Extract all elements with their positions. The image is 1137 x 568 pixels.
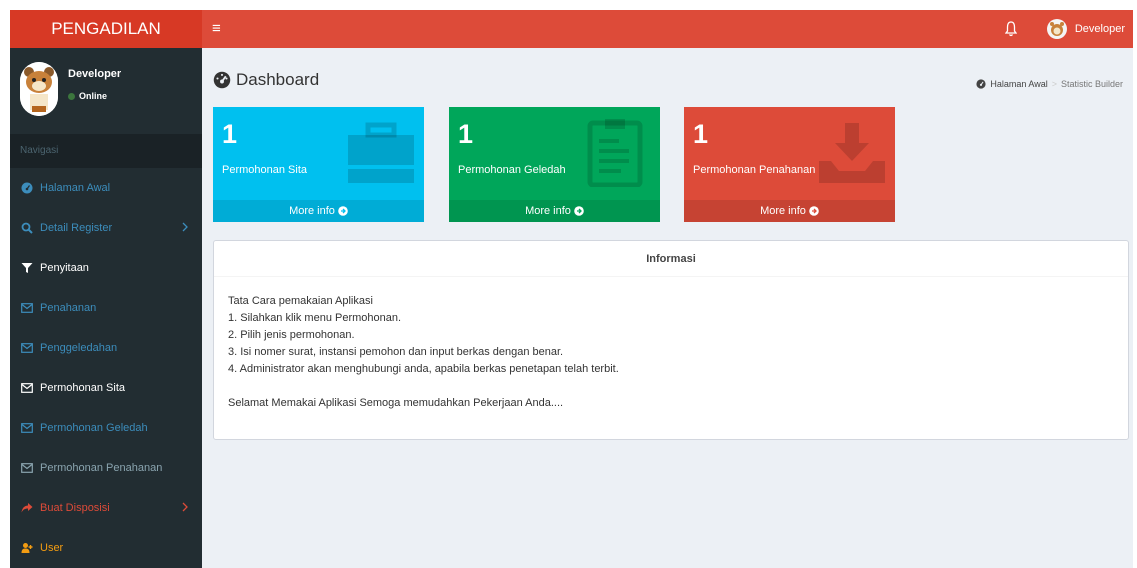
sidebar-item-user[interactable]: User [10,528,202,568]
filter-icon [21,263,33,273]
sidebar-item-permohonan-geledah[interactable]: Permohonan Geledah [10,408,202,448]
stat-count: 1 [458,119,474,149]
stat-box-permohonan-sita: 1 Permohonan Sita More info [213,107,424,222]
info-heading: Informasi [214,241,1128,277]
app-logo[interactable]: PENGADILAN [10,10,202,48]
sidebar-item-permohonan-penahanan[interactable]: Permohonan Penahanan [10,448,202,488]
envelope-icon [21,423,33,433]
sidebar-item-penyitaan[interactable]: Penyitaan [10,248,202,288]
more-info-label: More info [760,205,806,217]
app-frame: PENGADILAN ≡ Developer Developer Online … [10,10,1133,568]
status-dot-icon [68,92,75,100]
share-icon [21,503,33,513]
sidebar-item-label: Permohonan Penahanan [40,462,163,474]
sidebar: Developer Online Navigasi Halaman Awal D… [10,48,202,568]
info-panel: Informasi Tata Cara pemakaian Aplikasi 1… [213,240,1129,440]
more-info-link[interactable]: More info [213,200,424,222]
dashboard-icon [213,71,231,89]
stat-label: Permohonan Geledah [458,164,566,176]
breadcrumb-current: Statistic Builder [1060,79,1123,89]
sidebar-item-permohonan-sita[interactable]: Permohonan Sita [10,368,202,408]
bell-icon[interactable] [1005,21,1017,37]
stat-box-permohonan-geledah: 1 Permohonan Geledah More info [449,107,660,222]
sidebar-item-label: Detail Register [40,222,113,234]
sidebar-item-halaman-awal[interactable]: Halaman Awal [10,168,202,208]
dashboard-icon [21,182,33,194]
breadcrumb: Halaman Awal > Statistic Builder [976,79,1123,89]
user-plus-icon [21,543,33,553]
top-navbar: ≡ Developer [202,10,1133,48]
info-line: 4. Administrator akan menghubungi anda, … [228,363,619,375]
sidebar-item-label: Halaman Awal [40,182,111,194]
sidebar-item-penggeledahan[interactable]: Penggeledahan [10,328,202,368]
sidebar-item-detail-register[interactable]: Detail Register [10,208,202,248]
sidebar-item-label: User [40,542,64,554]
page-title: Dashboard [213,70,319,90]
sidebar-item-penahanan[interactable]: Penahanan [10,288,202,328]
online-status[interactable]: Online [68,91,107,101]
stat-count: 1 [693,119,709,149]
info-line: Tata Cara pemakaian Aplikasi [228,295,373,307]
envelope-icon [21,343,33,353]
briefcase-icon [348,122,414,183]
dashboard-icon [976,79,986,89]
sidebar-item-label: Buat Disposisi [40,502,110,514]
more-info-label: More info [289,205,335,217]
info-body: Tata Cara pemakaian Aplikasi 1. Silahkan… [214,277,1128,428]
envelope-icon [21,383,33,393]
sidebar-item-label: Penyitaan [40,262,89,274]
sidebar-item-label: Permohonan Geledah [40,422,148,434]
envelope-icon [21,303,33,313]
sidebar-item-label: Permohonan Sita [40,382,125,394]
download-tray-icon [819,123,885,183]
more-info-link[interactable]: More info [684,200,895,222]
info-line: 1. Silahkan klik menu Permohonan. [228,312,402,324]
more-info-label: More info [525,205,571,217]
breadcrumb-separator: > [1051,79,1057,89]
more-info-link[interactable]: More info [449,200,660,222]
user-avatar [20,62,58,116]
clipboard-icon [587,119,643,187]
user-menu-label: Developer [1074,23,1125,35]
sidebar-item-label: Penahanan [40,302,97,314]
envelope-icon [21,463,33,473]
sidebar-toggle-icon[interactable]: ≡ [212,10,221,48]
stat-count: 1 [222,119,238,149]
info-line: 2. Pilih jenis permohonan. [228,329,355,341]
chevron-right-icon [182,222,188,232]
chevron-right-icon [182,502,188,512]
user-panel: Developer Online [10,48,202,134]
sidebar-item-label: Penggeledahan [40,342,118,354]
arrow-circle-right-icon [574,206,584,216]
info-footer: Selamat Memakai Aplikasi Semoga memudahk… [228,397,564,409]
nav-header: Navigasi [10,134,202,168]
sidebar-item-buat-disposisi[interactable]: Buat Disposisi [10,488,202,528]
stat-box-permohonan-penahanan: 1 Permohonan Penahanan More info [684,107,895,222]
page-title-text: Dashboard [236,70,320,89]
status-label: Online [79,91,108,101]
arrow-circle-right-icon [809,206,819,216]
stat-label: Permohonan Penahanan [693,164,816,176]
search-icon [21,222,33,234]
user-avatar-small [1046,19,1067,39]
stat-label: Permohonan Sita [222,164,307,176]
user-menu[interactable]: Developer [1046,10,1125,48]
arrow-circle-right-icon [338,206,348,216]
info-line: 3. Isi nomer surat, instansi pemohon dan… [228,346,564,358]
breadcrumb-home-link[interactable]: Halaman Awal [990,79,1047,89]
sidebar-user-name: Developer [68,68,122,80]
